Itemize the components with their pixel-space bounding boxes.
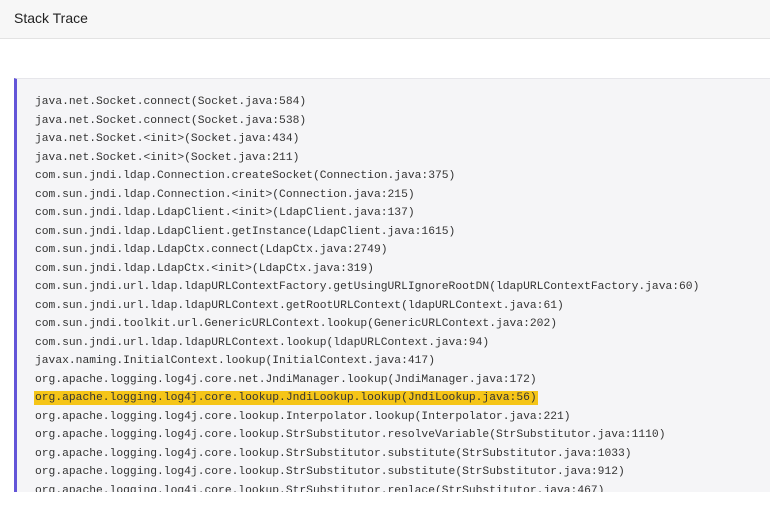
stack-trace-line: com.sun.jndi.ldap.Connection.createSocke…: [34, 167, 700, 186]
stack-trace-line-text: com.sun.jndi.ldap.LdapCtx.<init>(LdapCtx…: [35, 262, 374, 275]
stack-trace-line: org.apache.logging.log4j.core.lookup.Str…: [34, 445, 700, 464]
stack-trace-line: com.sun.jndi.ldap.LdapCtx.<init>(LdapCtx…: [34, 260, 700, 279]
stack-trace-line-text: org.apache.logging.log4j.core.lookup.Str…: [35, 484, 605, 493]
stack-trace-line-text: org.apache.logging.log4j.core.lookup.Str…: [35, 466, 625, 478]
stack-trace-line: com.sun.jndi.url.ldap.ldapURLContextFact…: [34, 278, 700, 297]
stack-trace-line: java.net.Socket.connect(Socket.java:584): [34, 93, 700, 112]
stack-trace-line-text: com.sun.jndi.ldap.LdapClient.<init>(Ldap…: [35, 207, 415, 219]
stack-trace-list: java.net.Socket.connect(Socket.java:584)…: [34, 93, 700, 492]
stack-trace-line: java.net.Socket.<init>(Socket.java:211): [34, 149, 700, 168]
stack-trace-line: com.sun.jndi.ldap.LdapClient.<init>(Ldap…: [34, 204, 700, 223]
stack-trace-line-text: java.net.Socket.<init>(Socket.java:211): [35, 151, 300, 164]
stack-trace-line-text: com.sun.jndi.ldap.LdapCtx.connect(LdapCt…: [35, 244, 388, 256]
stack-trace-line-text: com.sun.jndi.ldap.LdapClient.getInstance…: [35, 225, 456, 238]
panel-title: Stack Trace: [14, 10, 88, 26]
stack-trace-line-text: org.apache.logging.log4j.core.lookup.Jnd…: [34, 391, 538, 405]
stack-trace-line-text: javax.naming.InitialContext.lookup(Initi…: [35, 355, 435, 367]
stack-trace-line: org.apache.logging.log4j.core.lookup.Str…: [34, 463, 700, 482]
stack-trace-line: com.sun.jndi.ldap.LdapClient.getInstance…: [34, 223, 700, 242]
stack-trace-line: com.sun.jndi.url.ldap.ldapURLContext.get…: [34, 297, 700, 316]
stack-trace-line: com.sun.jndi.url.ldap.ldapURLContext.loo…: [34, 334, 700, 353]
stack-trace-line: java.net.Socket.connect(Socket.java:538): [34, 112, 700, 131]
stack-trace-line-text: java.net.Socket.connect(Socket.java:538): [35, 114, 307, 127]
stack-trace-line-highlighted: org.apache.logging.log4j.core.lookup.Jnd…: [34, 389, 700, 408]
stack-trace-line: javax.naming.InitialContext.lookup(Initi…: [34, 352, 700, 371]
stack-trace-line-text: com.sun.jndi.url.ldap.ldapURLContext.get…: [35, 299, 564, 312]
stack-trace-line-text: com.sun.jndi.ldap.Connection.<init>(Conn…: [35, 188, 415, 201]
stack-trace-line: java.net.Socket.<init>(Socket.java:434): [34, 130, 700, 149]
stack-trace-line-text: com.sun.jndi.toolkit.url.GenericURLConte…: [35, 318, 558, 330]
stack-trace-line: org.apache.logging.log4j.core.lookup.Int…: [34, 408, 700, 427]
stack-trace-line: com.sun.jndi.toolkit.url.GenericURLConte…: [34, 315, 700, 334]
stack-trace-line-text: org.apache.logging.log4j.core.lookup.Str…: [35, 429, 666, 441]
stack-trace-line: com.sun.jndi.ldap.LdapCtx.connect(LdapCt…: [34, 241, 700, 260]
stack-trace-line-text: java.net.Socket.connect(Socket.java:584): [35, 96, 307, 108]
stack-trace-box[interactable]: java.net.Socket.connect(Socket.java:584)…: [14, 78, 770, 492]
stack-trace-line-text: org.apache.logging.log4j.core.net.JndiMa…: [35, 373, 537, 386]
stack-trace-line-text: java.net.Socket.<init>(Socket.java:434): [35, 133, 300, 145]
stack-trace-line: org.apache.logging.log4j.core.lookup.Str…: [34, 482, 700, 493]
stack-trace-line-text: org.apache.logging.log4j.core.lookup.Int…: [35, 410, 571, 423]
stack-trace-line-text: com.sun.jndi.url.ldap.ldapURLContext.loo…: [35, 336, 490, 349]
stack-trace-line-text: com.sun.jndi.ldap.Connection.createSocke…: [35, 170, 456, 182]
stack-trace-line-text: com.sun.jndi.url.ldap.ldapURLContextFact…: [35, 281, 700, 293]
panel-header: Stack Trace: [0, 0, 770, 39]
stack-trace-line-text: org.apache.logging.log4j.core.lookup.Str…: [35, 447, 632, 460]
stack-trace-line: com.sun.jndi.ldap.Connection.<init>(Conn…: [34, 186, 700, 205]
stack-trace-line: org.apache.logging.log4j.core.lookup.Str…: [34, 426, 700, 445]
stack-trace-line: org.apache.logging.log4j.core.net.JndiMa…: [34, 371, 700, 390]
